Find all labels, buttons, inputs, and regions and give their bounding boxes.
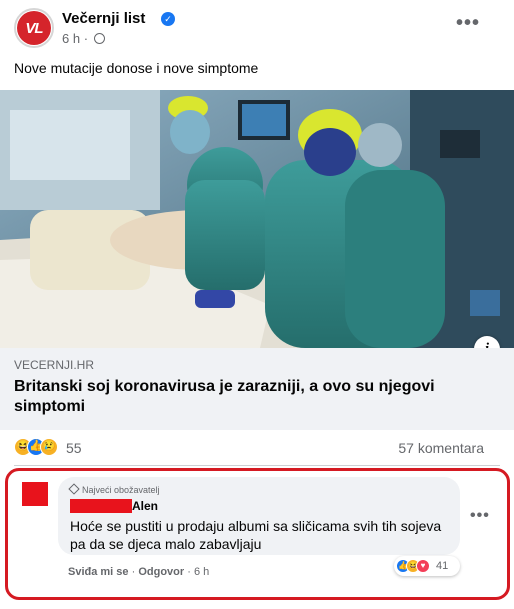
link-preview[interactable]: VECERNJI.HR Britanski soj koronavirusa j… [0, 348, 514, 430]
link-domain: VECERNJI.HR [14, 358, 95, 372]
diamond-icon [68, 483, 80, 495]
post-photo[interactable] [0, 90, 514, 348]
page-name-link[interactable]: Večernji list [62, 10, 145, 27]
action-separator: · [131, 566, 136, 578]
meta-separator: · [83, 31, 89, 46]
like-comment-button[interactable]: Sviđa mi se [68, 566, 129, 578]
icu-photo-illustration [0, 90, 514, 348]
vecernji-logo: VL [17, 11, 51, 45]
reactions-summary: 😆 👍 😢 55 57 komentara [14, 438, 494, 458]
globe-icon [93, 33, 105, 44]
link-title[interactable]: Britanski soj koronavirusa je zarazniji,… [14, 377, 494, 417]
post-options-button[interactable]: ••• [456, 12, 480, 35]
post-meta: 6 h · [62, 31, 105, 46]
reaction-count[interactable]: 55 [66, 440, 82, 456]
reply-button[interactable]: Odgovor [138, 566, 184, 578]
top-fan-badge: Najveći obožavatelj [68, 483, 160, 495]
comment-author[interactable]: Alen [132, 499, 158, 513]
page-avatar[interactable]: VL [14, 8, 54, 48]
comment-time[interactable]: 6 h [194, 566, 209, 578]
action-separator: · [187, 566, 191, 578]
verified-badge-icon: ✓ [161, 12, 175, 26]
comment-count-link[interactable]: 57 komentara [398, 440, 484, 456]
post-header: VL Večernji list ✓ 6 h · ••• [14, 8, 504, 52]
comment-options-button[interactable]: ••• [470, 507, 490, 525]
comment-text: Hoće se pustiti u prodaju albumi sa slič… [70, 518, 442, 552]
divider [14, 465, 500, 466]
love-reaction-icon: ♥ [416, 559, 430, 573]
post-text: Nove mutacije donose i nove simptome [14, 60, 259, 76]
comment-reaction-count: 41 [436, 560, 449, 572]
comment-actions: Sviđa mi se · Odgovor · 6 h [68, 566, 209, 578]
sad-reaction-icon[interactable]: 😢 [40, 438, 58, 456]
name-redaction [70, 499, 132, 513]
top-fan-label: Najveći obožavatelj [82, 485, 160, 495]
comment-bubble: Najveći obožavatelj Alen Hoće se pustiti… [58, 477, 460, 555]
post-time[interactable]: 6 h [62, 31, 80, 46]
comment-reactions[interactable]: 👍 😆 ♥ 41 [394, 556, 460, 576]
commenter-avatar[interactable] [22, 482, 48, 506]
